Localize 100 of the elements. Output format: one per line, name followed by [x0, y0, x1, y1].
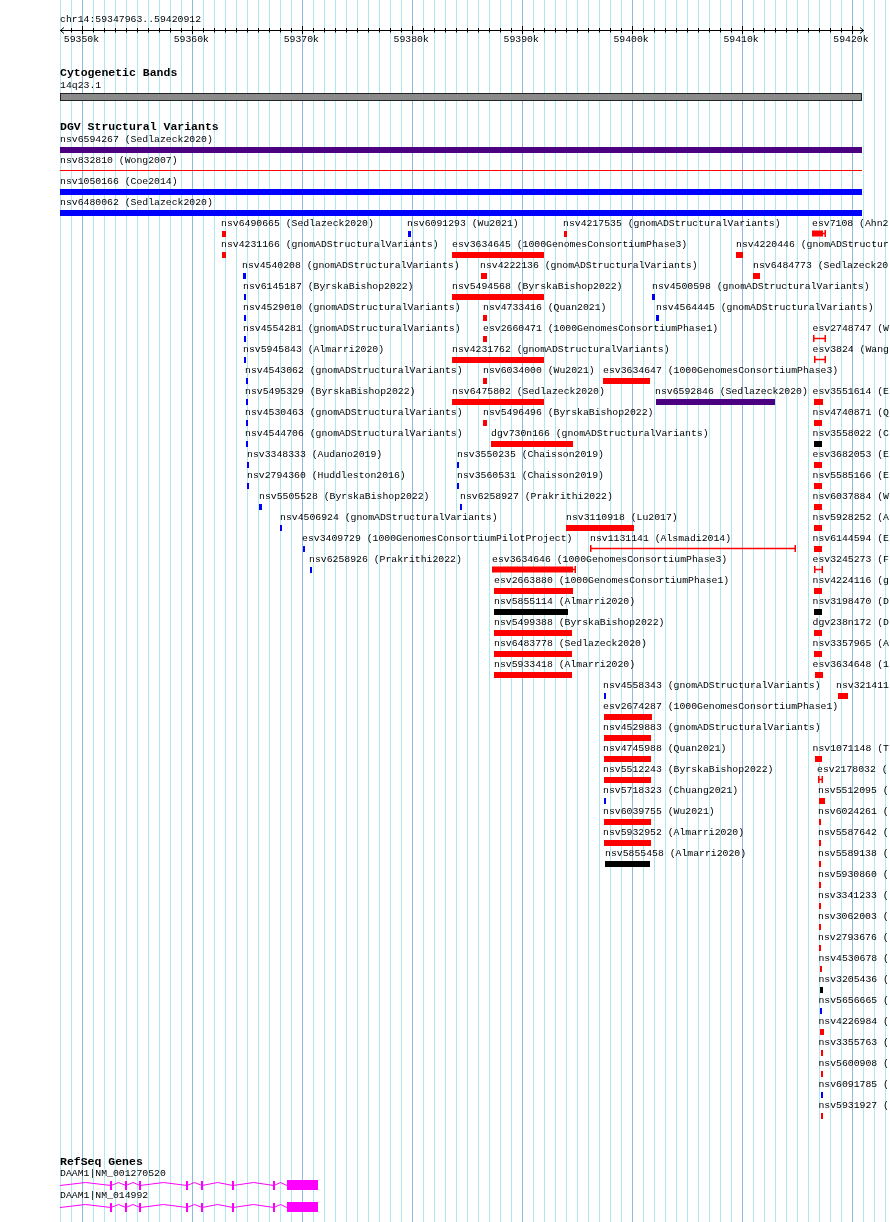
chromosome-band-bar[interactable]	[60, 93, 862, 101]
variant-label: nsv5656665 (	[818, 995, 889, 1007]
variant-label: nsv4222136 (gnomADStructuralVariants)	[480, 260, 698, 272]
track-title: DGV Structural Variants	[60, 121, 219, 133]
variant-label: nsv5512243 (ByrskaBishop2022)	[603, 764, 774, 776]
variant-label: dgv730n166 (gnomADStructuralVariants)	[491, 428, 709, 440]
variant-label: nsv2793676 (	[818, 932, 889, 944]
variant-label: nsv6484773 (Sedlazeck20	[753, 260, 889, 272]
variant-line[interactable]	[60, 170, 862, 171]
variant-label: nsv6258927 (Prakrithi2022)	[460, 491, 613, 503]
variant-label: nsv3348333 (Audano2019)	[247, 449, 383, 461]
variant-label: nsv5499388 (ByrskaBishop2022)	[494, 617, 665, 629]
gene-label: DAAM1|NM_014992	[60, 1190, 149, 1201]
variant-bracket[interactable]	[818, 776, 823, 783]
variant-label: nsv4530463 (gnomADStructuralVariants)	[245, 407, 463, 419]
variant-label: nsv5589138 (	[818, 848, 889, 860]
variant-label: nsv6490665 (Sedlazeck2020)	[221, 218, 374, 230]
ruler-tick-label: 59400k	[613, 34, 649, 46]
variant-label: nsv4558343 (gnomADStructuralVariants)	[603, 680, 821, 692]
ruler-tick-label: 59410k	[723, 34, 759, 46]
ruler-tick-label: 59380k	[393, 34, 429, 46]
variant-label: nsv6594267 (Sedlazeck2020)	[60, 134, 213, 146]
variant-label: nsv4540208 (gnomADStructuralVariants)	[242, 260, 460, 272]
variant-label: nsv5931927 (	[818, 1100, 889, 1112]
variant-label: nsv5496496 (ByrskaBishop2022)	[483, 407, 654, 419]
track-title: RefSeq Genes	[60, 1156, 143, 1168]
variant-bracket[interactable]	[814, 566, 823, 573]
variant-label: nsv5945843 (Almarri2020)	[243, 344, 385, 356]
variant-label: esv2748747 (W	[812, 323, 889, 335]
variant-label: nsv6037884 (W	[812, 491, 889, 503]
variant-label: nsv5587642 (	[818, 827, 889, 839]
variant-label: nsv5512095 (	[818, 785, 889, 797]
variant-label: esv3634646 (1000GenomesConsortiumPhase3)	[492, 554, 728, 566]
variant-label: nsv5930860 (	[818, 869, 889, 881]
variant-bar[interactable]	[812, 230, 826, 237]
variant-label: nsv6483778 (Sedlazeck2020)	[494, 638, 647, 650]
variant-label: nsv832810 (Wong2007)	[60, 155, 178, 167]
location-label: chr14:59347963..59420912	[60, 14, 202, 26]
variant-label: nsv3560531 (Chaisson2019)	[457, 470, 604, 482]
variant-label: nsv6145187 (ByrskaBishop2022)	[243, 281, 414, 293]
variant-label: nsv6034000 (Wu2021)	[483, 365, 595, 377]
variant-label: nsv4554281 (gnomADStructuralVariants)	[243, 323, 461, 335]
ruler-tick-label: 59370k	[283, 34, 319, 46]
gene-label: DAAM1|NM_001270520	[60, 1168, 166, 1179]
variant-label: nsv5855458 (Almarri2020)	[605, 848, 747, 860]
variant-label: nsv4506924 (gnomADStructuralVariants)	[280, 512, 498, 524]
variant-label: esv7108 (Ahn2	[812, 218, 889, 230]
variant-label: nsv1071148 (T	[812, 743, 889, 755]
variant-label: nsv5600908 (	[818, 1058, 889, 1070]
variant-label: nsv4500598 (gnomADStructuralVariants)	[652, 281, 870, 293]
ruler-tick-label: 59420k	[833, 34, 869, 46]
variant-label: esv3682053 (E	[812, 449, 889, 461]
variant-label: nsv6475802 (Sedlazeck2020)	[452, 386, 605, 398]
variant-label: nsv6592846 (Sedlazeck2020)	[655, 386, 808, 398]
variant-label: nsv4231166 (gnomADStructuralVariants)	[221, 239, 439, 251]
gene-structure-drawing[interactable]	[59, 1180, 318, 1190]
variant-label: nsv6039755 (Wu2021)	[603, 806, 715, 818]
variant-label: nsv5494568 (ByrskaBishop2022)	[452, 281, 623, 293]
variant-label: nsv4564445 (gnomADStructuralVariants)	[656, 302, 874, 314]
variant-label: esv2674287 (1000GenomesConsortiumPhase1)	[603, 701, 839, 713]
variant-label: nsv5505528 (ByrskaBishop2022)	[259, 491, 430, 503]
variant-label: nsv5718323 (Chuang2021)	[603, 785, 739, 797]
variant-label: nsv4529883 (gnomADStructuralVariants)	[603, 722, 821, 734]
variant-label: nsv3550235 (Chaisson2019)	[457, 449, 604, 461]
variant-label: nsv4217535 (gnomADStructuralVariants)	[563, 218, 781, 230]
variant-label: nsv2794360 (Huddleston2016)	[247, 470, 406, 482]
variant-label: esv3245273 (F	[812, 554, 889, 566]
variant-label: nsv3558022 (C	[812, 428, 889, 440]
variant-label: nsv4733416 (Quan2021)	[483, 302, 607, 314]
variant-label: esv3634648 (1	[812, 659, 889, 671]
variant-label: nsv4220446 (gnomADStructur	[736, 239, 889, 251]
variant-bracket[interactable]	[590, 545, 796, 552]
variant-label: esv2663880 (1000GenomesConsortiumPhase1)	[494, 575, 730, 587]
variant-label: esv3634647 (1000GenomesConsortiumPhase3)	[603, 365, 839, 377]
gene-structure-drawing[interactable]	[59, 1202, 318, 1212]
band-label: 14q23.1	[60, 80, 102, 92]
variant-label: esv3551614 (E	[812, 386, 889, 398]
variant-bar[interactable]	[492, 566, 576, 573]
variant-label: nsv4740871 (Q	[812, 407, 889, 419]
variant-label: esv2660471 (1000GenomesConsortiumPhase1)	[483, 323, 719, 335]
variant-label: nsv4224116 (g	[812, 575, 889, 587]
variant-label: nsv3062003 (	[818, 911, 889, 923]
variant-label: nsv4745988 (Quan2021)	[603, 743, 727, 755]
variant-bracket[interactable]	[813, 335, 826, 342]
variant-label: nsv5928252 (A	[812, 512, 889, 524]
variant-label: nsv1131141 (Alsmadi2014)	[590, 533, 732, 545]
variant-bracket[interactable]	[814, 356, 826, 363]
ruler-tick-label: 59350k	[63, 34, 100, 46]
variant-label: nsv6480062 (Sedlazeck2020)	[60, 197, 213, 209]
variant-label: nsv4530678 (	[818, 953, 889, 965]
variant-label: nsv3341233 (	[818, 890, 889, 902]
variant-label: nsv4226984 (	[818, 1016, 889, 1028]
variant-label: nsv4543062 (gnomADStructuralVariants)	[245, 365, 463, 377]
variant-label: nsv6091785 (	[818, 1079, 889, 1091]
variant-label: nsv6258926 (Prakrithi2022)	[309, 554, 462, 566]
variant-label: nsv3357965 (A	[812, 638, 889, 650]
variant-label: nsv3205436 (	[818, 974, 889, 986]
variant-label: nsv4544706 (gnomADStructuralVariants)	[245, 428, 463, 440]
variant-label: esv3634645 (1000GenomesConsortiumPhase3)	[452, 239, 688, 251]
variant-label: nsv5932952 (Almarri2020)	[603, 827, 745, 839]
